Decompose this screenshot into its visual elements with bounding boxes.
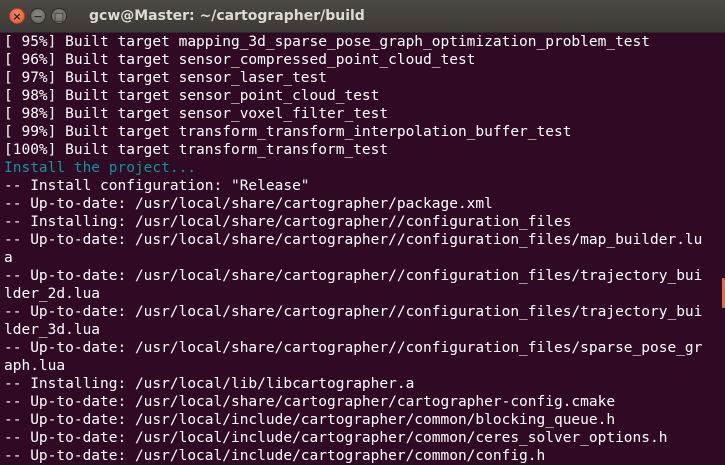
terminal-line: [ 98%] Built target sensor_point_cloud_t…	[4, 88, 380, 104]
terminal-line: -- Up-to-date: /usr/local/share/cartogra…	[4, 394, 616, 410]
terminal-line: lder_2d.lua	[4, 286, 101, 302]
terminal-window: × − □ gcw@Master: ~/cartographer/build […	[0, 0, 725, 465]
terminal-line: [ 97%] Built target sensor_laser_test	[4, 70, 328, 86]
terminal-line: -- Up-to-date: /usr/local/share/cartogra…	[4, 304, 703, 320]
terminal-line: [ 95%] Built target mapping_3d_sparse_po…	[4, 34, 651, 50]
scrollbar[interactable]	[721, 33, 725, 465]
terminal-line: -- Install configuration: "Release"	[4, 178, 310, 194]
terminal-line: [ 99%] Built target transform_transform_…	[4, 124, 572, 140]
title-bar[interactable]: × − □ gcw@Master: ~/cartographer/build	[0, 0, 725, 33]
terminal-line: aph.lua	[4, 358, 66, 374]
terminal-line: [100%] Built target transform_transform_…	[4, 142, 389, 158]
terminal-line: -- Up-to-date: /usr/local/share/cartogra…	[4, 196, 493, 212]
terminal-line: -- Up-to-date: /usr/local/include/cartog…	[4, 448, 546, 464]
terminal-line: Install the project...	[4, 160, 197, 176]
terminal-output[interactable]: [ 95%] Built target mapping_3d_sparse_po…	[0, 33, 721, 465]
terminal-line: -- Up-to-date: /usr/local/include/cartog…	[4, 412, 616, 428]
terminal-line: -- Up-to-date: /usr/local/share/cartogra…	[4, 340, 703, 356]
terminal-line: [ 98%] Built target sensor_voxel_filter_…	[4, 106, 389, 122]
maximize-icon[interactable]: □	[51, 8, 67, 24]
window-title: gcw@Master: ~/cartographer/build	[89, 8, 365, 24]
terminal-line: a	[4, 250, 13, 266]
terminal-line: -- Up-to-date: /usr/local/share/cartogra…	[4, 268, 703, 284]
minimize-icon[interactable]: −	[30, 8, 46, 24]
terminal-line: -- Installing: /usr/local/lib/libcartogr…	[4, 376, 415, 392]
terminal-line: -- Up-to-date: /usr/local/share/cartogra…	[4, 232, 703, 248]
terminal-line: -- Up-to-date: /usr/local/include/cartog…	[4, 430, 668, 446]
terminal-line: [ 96%] Built target sensor_compressed_po…	[4, 52, 476, 68]
close-icon[interactable]: ×	[9, 8, 25, 24]
terminal-line: -- Installing: /usr/local/share/cartogra…	[4, 214, 572, 230]
terminal-line: lder_3d.lua	[4, 322, 101, 338]
